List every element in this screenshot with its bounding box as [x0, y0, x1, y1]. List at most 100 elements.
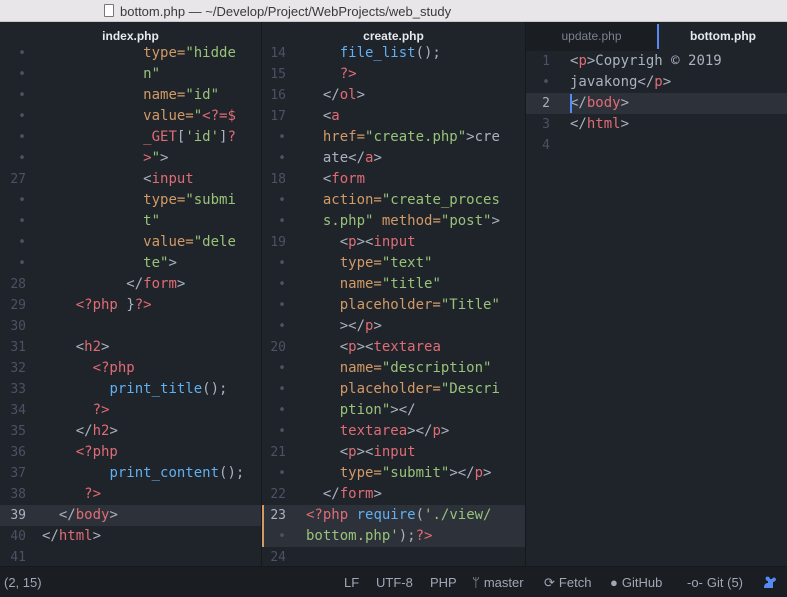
window-titlebar: bottom.php — ~/Develop/Project/WebProjec…: [0, 0, 787, 22]
code-line: ?>: [339, 66, 357, 82]
line-number: 35: [10, 424, 26, 439]
code-line: </form>: [322, 486, 382, 502]
line-number: 2: [542, 96, 550, 111]
line-number: •: [278, 319, 286, 334]
line-number: •: [18, 67, 26, 82]
line-number: 21: [270, 445, 286, 460]
line-number: •: [278, 424, 286, 439]
line-number: 23: [270, 508, 286, 523]
code-line: _GET['id']?: [143, 129, 236, 145]
editor-pane-right[interactable]: update.php bottom.php 1 <p>Copyrigh © 201…: [526, 22, 787, 566]
line-number: 40: [10, 529, 26, 544]
line-number: •: [278, 193, 286, 208]
code-line: </h2>: [75, 423, 118, 439]
code-line: <form: [322, 171, 366, 187]
line-number: •: [18, 88, 26, 103]
code-line: bottom.php');?>: [306, 528, 433, 544]
code-line: type="hidde: [143, 45, 236, 61]
editor-pane-middle[interactable]: create.php 14 file_list(); 15 ?> 16 </ol…: [262, 22, 525, 566]
line-number: •: [18, 193, 26, 208]
code-line: name="id": [143, 87, 220, 103]
line-number: 24: [270, 550, 286, 565]
git-label: Git (5): [706, 575, 744, 590]
code-line: javakong</p>: [570, 74, 672, 90]
line-number: 34: [10, 403, 26, 418]
code-line: type="submit"></p>: [339, 465, 492, 481]
code-line: ate</a>: [322, 150, 382, 166]
code-line: <?php require('./view/: [306, 507, 492, 523]
code-line: <?php: [75, 444, 118, 460]
line-number: •: [278, 466, 286, 481]
code-line: <p><input: [339, 444, 416, 460]
line-number: •: [278, 361, 286, 376]
line-number: •: [278, 529, 286, 544]
line-number: 39: [10, 508, 26, 523]
line-number: 33: [10, 382, 26, 397]
line-number: •: [278, 130, 286, 145]
code-line: name="description": [339, 360, 492, 376]
grammar-selector[interactable]: PHP: [430, 575, 457, 590]
tab-update-php[interactable]: update.php: [526, 22, 657, 51]
line-number: 20: [270, 340, 286, 355]
git-branch-icon: ᛘ: [472, 575, 480, 590]
github-icon: ●: [610, 575, 618, 590]
line-number: 38: [10, 487, 26, 502]
code-editor[interactable]: • type="hidde • n" • name="id" • value="…: [0, 45, 261, 566]
line-number: •: [278, 403, 286, 418]
code-line: ?>: [92, 402, 110, 418]
line-number: 41: [10, 550, 26, 565]
code-editor[interactable]: 1 <p>Copyrigh © 2019 • javakong</p> 2 </bod…: [526, 51, 787, 566]
cursor-position[interactable]: (2, 15): [4, 575, 42, 590]
code-line: <?php: [92, 360, 135, 376]
line-number: 15: [270, 67, 286, 82]
code-line: </html>: [570, 116, 630, 132]
line-number: 3: [542, 117, 550, 132]
line-number: 17: [270, 109, 286, 124]
code-line: file_list();: [339, 45, 441, 61]
line-number: •: [278, 277, 286, 292]
line-number: •: [278, 256, 286, 271]
line-number: 4: [542, 138, 550, 153]
code-editor[interactable]: 14 file_list(); 15 ?> 16 </ol> 17 <a • h…: [262, 45, 525, 566]
code-line: value="dele: [143, 234, 236, 250]
line-number: 37: [10, 466, 26, 481]
line-number: 16: [270, 88, 286, 103]
branch-selector[interactable]: ᛘ master: [472, 575, 524, 590]
git-button[interactable]: -o- Git (5): [687, 575, 743, 590]
status-bar: (2, 15) LF UTF-8 PHP ᛘ master ⟳ Fetch ● Git…: [0, 566, 787, 597]
fetch-button[interactable]: ⟳ Fetch: [544, 575, 591, 591]
line-number: •: [278, 298, 286, 313]
line-number: •: [18, 151, 26, 166]
window-title: bottom.php — ~/Develop/Project/WebProjec…: [120, 4, 452, 19]
code-line: </html>: [42, 528, 102, 544]
code-line: <p><input: [339, 234, 416, 250]
sync-icon: ⟳: [544, 575, 555, 590]
git-commit-icon: -o-: [687, 575, 703, 590]
squirrel-icon[interactable]: [761, 574, 777, 590]
code-line: href="create.php">cre: [322, 129, 500, 145]
code-line: value="<?=$: [143, 108, 236, 124]
line-number: 27: [10, 172, 26, 187]
line-number: •: [18, 256, 26, 271]
line-number: 18: [270, 172, 286, 187]
editor-pane-left[interactable]: index.php • type="hidde • n" • name="id"…: [0, 22, 261, 566]
code-line: n": [42, 66, 161, 82]
line-number: 31: [10, 340, 26, 355]
code-line: <input: [143, 171, 194, 187]
line-number: 14: [270, 46, 286, 61]
line-number: •: [18, 235, 26, 250]
github-button[interactable]: ● GitHub: [610, 575, 662, 590]
code-line: <?php }?>: [75, 297, 152, 313]
code-line: s.php" method="post">: [322, 213, 500, 229]
code-line: <p><textarea: [339, 339, 441, 355]
code-line: type="submi: [143, 192, 236, 208]
code-line: print_content();: [109, 465, 245, 481]
code-line: placeholder="Descri: [339, 381, 500, 397]
line-number: 30: [10, 319, 26, 334]
tab-bottom-php[interactable]: bottom.php: [659, 22, 787, 51]
line-ending-selector[interactable]: LF: [344, 575, 359, 590]
document-icon: [104, 4, 114, 17]
code-line: print_title();: [109, 381, 228, 397]
code-line: <h2>: [75, 339, 110, 355]
encoding-selector[interactable]: UTF-8: [376, 575, 413, 590]
